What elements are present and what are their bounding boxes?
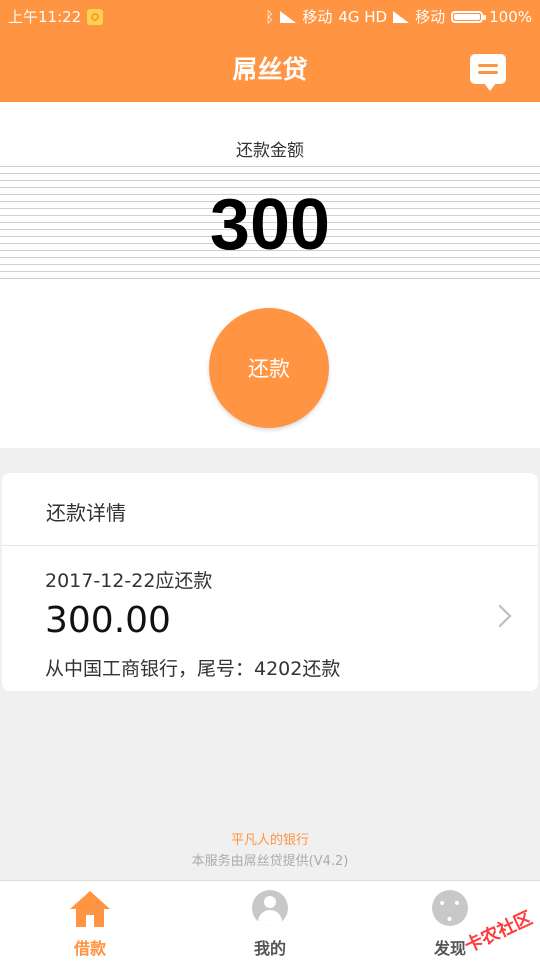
page-title: 屌丝贷 <box>232 55 308 84</box>
tab-mine[interactable]: 我的 <box>180 881 360 961</box>
tab-bar: 借款 我的 发现 <box>0 880 540 961</box>
signal-icon-2 <box>393 10 410 23</box>
carrier-1: 移动 <box>302 8 333 26</box>
status-time: 上午11:22 <box>8 8 82 26</box>
repay-amount: 300 <box>209 185 331 265</box>
tab-borrow-label: 借款 <box>73 939 106 958</box>
chevron-right-icon <box>488 604 512 628</box>
notification-icon <box>87 8 104 25</box>
home-icon <box>70 891 110 927</box>
user-icon <box>252 890 288 926</box>
details-title: 还款详情 <box>46 501 126 525</box>
network-type: 4G HD <box>338 7 388 26</box>
footer-slogan: 平凡人的银行 <box>230 833 309 848</box>
more-icon <box>432 890 468 928</box>
app-header: 屌丝贷 <box>0 32 540 102</box>
tab-borrow[interactable]: 借款 <box>0 881 180 961</box>
repay-details-card: 还款详情 2017-12-22应还款 300.00 从中国工商银行，尾号：420… <box>2 473 538 691</box>
footer-note: 本服务由屌丝贷提供(V4.2) <box>191 854 349 869</box>
repay-button[interactable]: 还款 <box>209 308 329 428</box>
status-bar: 上午11:22 ᛒ 移动 4G HD 移动 100% <box>0 0 540 32</box>
bluetooth-icon: ᛒ <box>265 7 275 26</box>
battery-level: 100% <box>489 7 532 26</box>
tab-discover-label: 发现 <box>433 939 466 958</box>
due-date: 2017-12-22应还款 <box>45 570 213 592</box>
repay-detail-row[interactable]: 2017-12-22应还款 300.00 从中国工商银行，尾号：4202还款 <box>2 546 538 691</box>
repay-card: 还款金额 300 还款 <box>0 102 540 448</box>
signal-icon <box>280 10 297 23</box>
carrier-2: 移动 <box>415 8 446 26</box>
tab-mine-label: 我的 <box>253 939 286 958</box>
due-amount: 300.00 <box>45 600 171 641</box>
bank-info: 从中国工商银行，尾号：4202还款 <box>45 658 341 680</box>
amount-label: 还款金额 <box>236 141 304 161</box>
message-icon[interactable] <box>470 54 506 91</box>
battery-icon <box>451 10 487 23</box>
